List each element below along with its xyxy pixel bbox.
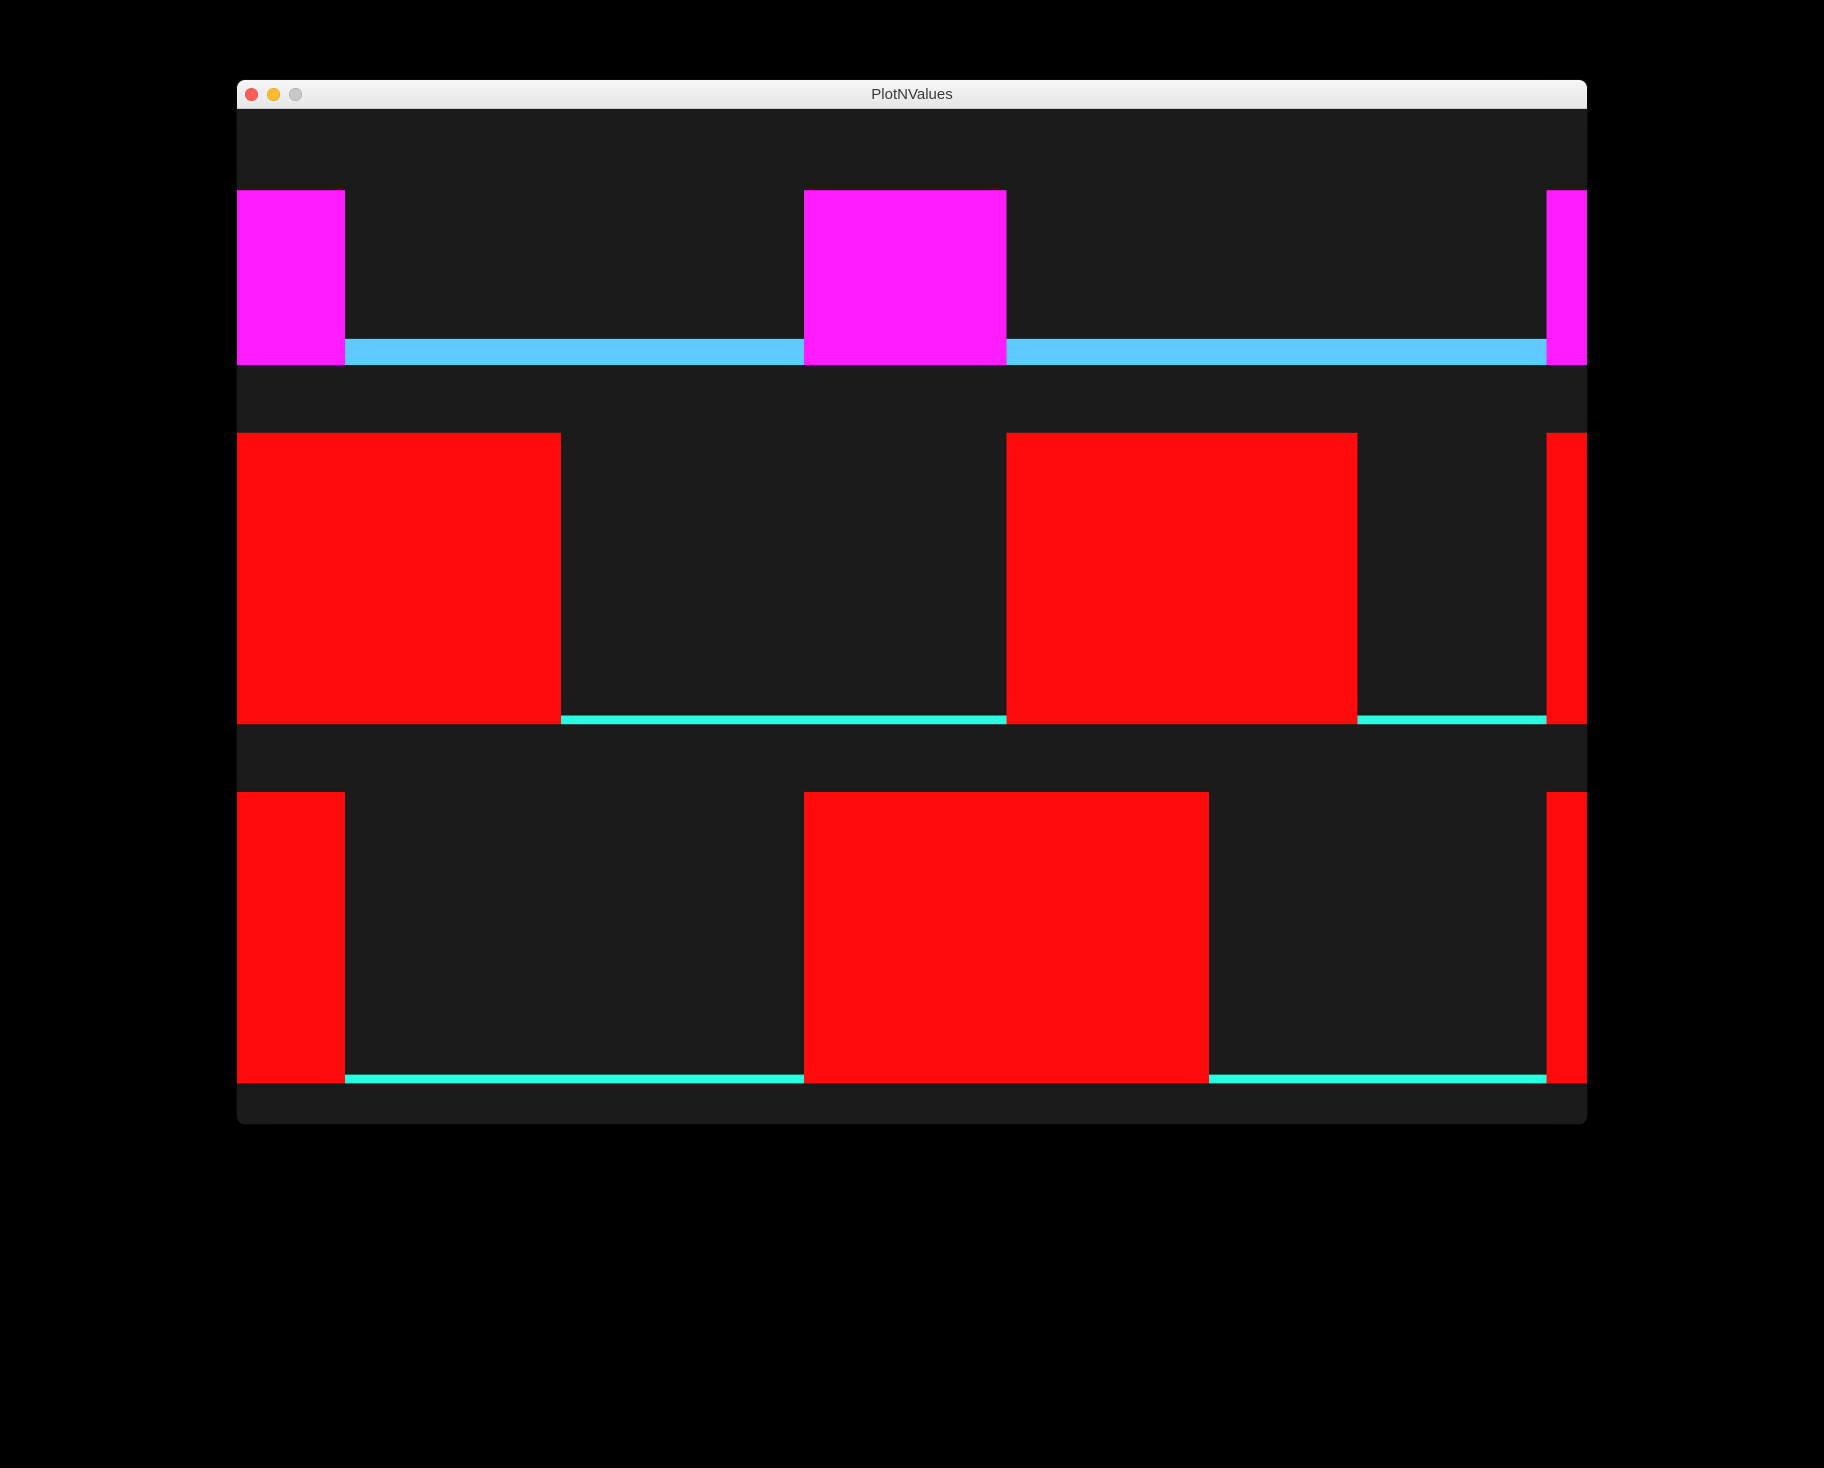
zoom-icon[interactable]: [289, 88, 302, 101]
high-segment: [804, 190, 1007, 365]
high-segment: [1547, 433, 1588, 724]
low-segment: [345, 1075, 804, 1084]
low-segment: [561, 716, 1007, 725]
high-segment: [1547, 792, 1588, 1083]
high-segment: [804, 792, 1209, 1083]
low-segment: [345, 339, 804, 365]
high-segment: [237, 433, 561, 724]
close-icon[interactable]: [245, 88, 258, 101]
desktop: PlotNValues: [0, 0, 1824, 1468]
plot-strip-1: [237, 190, 1587, 365]
plot-canvas: [237, 109, 1587, 1124]
window-controls: [245, 88, 302, 101]
low-segment: [1209, 1075, 1547, 1084]
high-segment: [1547, 190, 1588, 365]
window-title: PlotNValues: [237, 86, 1587, 103]
titlebar[interactable]: PlotNValues: [237, 80, 1587, 109]
minimize-icon[interactable]: [267, 88, 280, 101]
plot-strip-3: [237, 792, 1587, 1083]
low-segment: [1358, 716, 1547, 725]
high-segment: [237, 792, 345, 1083]
plot-strip-2: [237, 433, 1587, 724]
app-window: PlotNValues: [237, 80, 1587, 1124]
low-segment: [1007, 339, 1547, 365]
high-segment: [1007, 433, 1358, 724]
plot-svg: [237, 109, 1587, 1124]
high-segment: [237, 190, 345, 365]
